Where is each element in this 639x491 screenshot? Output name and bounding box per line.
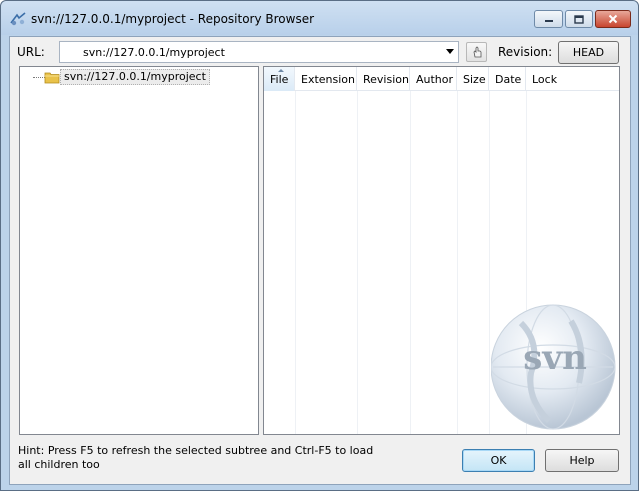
column-label: Lock xyxy=(532,73,558,86)
column-header-date[interactable]: Date xyxy=(489,67,526,91)
column-header-revision[interactable]: Revision xyxy=(357,67,410,91)
column-label: Extension xyxy=(301,73,356,86)
ok-button[interactable]: OK xyxy=(462,449,535,472)
help-button[interactable]: Help xyxy=(545,449,619,472)
file-list-header: File Extension Revision Author Size Date… xyxy=(264,67,619,91)
column-header-lock[interactable]: Lock xyxy=(526,67,619,91)
column-gridline xyxy=(357,91,358,434)
url-value: svn://127.0.0.1/myproject xyxy=(83,46,225,59)
close-button[interactable] xyxy=(595,10,631,28)
column-gridline xyxy=(410,91,411,434)
column-header-extension[interactable]: Extension xyxy=(295,67,357,91)
tortoisesvn-icon xyxy=(10,12,26,26)
history-button[interactable] xyxy=(466,42,487,62)
column-header-size[interactable]: Size xyxy=(457,67,489,91)
chevron-down-icon[interactable] xyxy=(446,49,454,54)
hint-text: Hint: Press F5 to refresh the selected s… xyxy=(18,444,374,471)
sort-ascending-icon xyxy=(278,69,284,72)
column-label: Author xyxy=(416,73,454,86)
hand-pointer-icon xyxy=(473,46,481,58)
tree-item-root[interactable]: svn://127.0.0.1/myproject xyxy=(60,69,210,85)
column-gridline xyxy=(457,91,458,434)
column-label: File xyxy=(270,73,289,86)
close-icon xyxy=(608,14,618,24)
minimize-button[interactable] xyxy=(534,10,563,28)
file-list[interactable]: File Extension Revision Author Size Date… xyxy=(263,66,620,435)
revision-label: Revision: xyxy=(498,45,553,59)
column-label: Size xyxy=(463,73,486,86)
repository-tree[interactable]: svn://127.0.0.1/myproject xyxy=(19,66,259,435)
column-label: Date xyxy=(495,73,522,86)
maximize-icon xyxy=(574,14,584,24)
window-title: svn://127.0.0.1/myproject - Repository B… xyxy=(31,12,315,26)
revision-head-button[interactable]: HEAD xyxy=(558,41,619,64)
svn-globe-logo: svn xyxy=(491,304,616,430)
column-header-file[interactable]: File xyxy=(264,67,295,91)
title-bar[interactable]: svn://127.0.0.1/myproject - Repository B… xyxy=(1,1,638,35)
maximize-button[interactable] xyxy=(565,10,593,28)
url-label: URL: xyxy=(17,45,45,59)
column-header-author[interactable]: Author xyxy=(410,67,457,91)
url-combobox[interactable]: svn://127.0.0.1/myproject xyxy=(59,41,459,63)
minimize-icon xyxy=(544,20,553,22)
column-gridline xyxy=(489,91,490,434)
folder-icon xyxy=(44,72,60,84)
column-gridline xyxy=(295,91,296,434)
column-label: Revision xyxy=(363,73,409,86)
svn-watermark-text: svn xyxy=(523,338,587,378)
